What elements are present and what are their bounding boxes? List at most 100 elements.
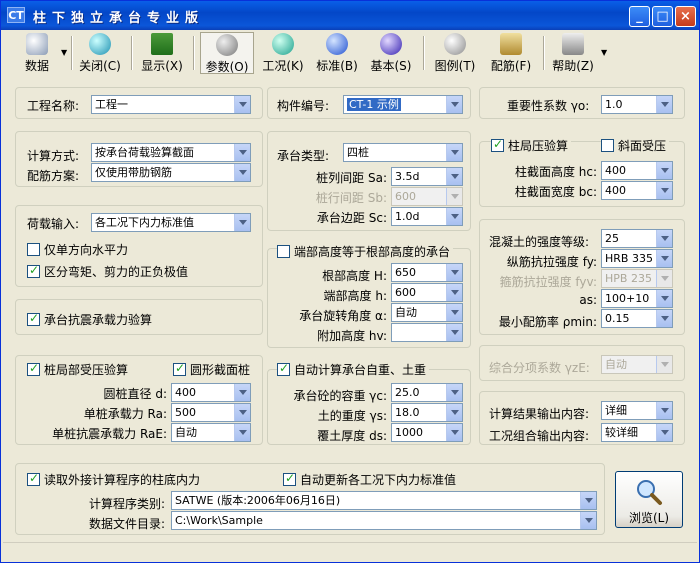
seismic-check[interactable]: 承台抗震承载力验算 <box>27 311 152 328</box>
browse-button[interactable]: 浏览(L) <box>615 471 683 528</box>
toolbar-basic-button[interactable]: 基本(S) <box>365 32 417 74</box>
chevron-down-icon <box>656 96 672 113</box>
chevron-down-icon <box>234 96 250 113</box>
chevron-down-icon <box>234 144 250 161</box>
project-name-select[interactable]: 工程一 <box>91 95 251 114</box>
pile-diameter-select[interactable]: 400 <box>171 383 251 402</box>
member-select[interactable]: CT-1 示例 <box>343 95 463 114</box>
distinguish-signs-check[interactable]: 区分弯矩、剪力的正负极值 <box>27 263 188 280</box>
toolbar-separator <box>71 36 73 70</box>
pile-seismic-capacity-label: 单桩抗震承载力 RaE: <box>52 427 167 441</box>
column-bc-select[interactable]: 400 <box>601 181 673 200</box>
pile-local-check[interactable]: 桩局部受压验算 <box>27 361 128 378</box>
maximize-button[interactable]: □ <box>652 6 673 27</box>
reinforce-scheme-select[interactable]: 仅使用带肋钢筋 <box>91 163 251 182</box>
cap-edge-select[interactable]: 1.0d <box>391 207 463 226</box>
self-weight-check[interactable]: 自动计算承台自重、土重 <box>277 361 430 378</box>
minimize-button[interactable]: _ <box>629 6 650 27</box>
program-type-select[interactable]: SATWE (版本:2006年06月16日) <box>171 491 597 510</box>
chevron-down-icon <box>656 290 672 307</box>
chevron-down-icon <box>446 384 462 401</box>
slope-compression-check[interactable]: 斜面受压 <box>601 137 670 154</box>
as-select[interactable]: 100+10 <box>601 289 673 308</box>
checkbox-checked <box>27 471 40 486</box>
read-external-check[interactable]: 读取外接计算程序的柱底内力 <box>27 471 200 488</box>
chevron-down-icon <box>656 402 672 419</box>
toolbar-separator <box>131 36 133 70</box>
chevron-down-icon <box>446 264 462 281</box>
cover-thickness-select[interactable]: 1000 <box>391 423 463 442</box>
chevron-down-icon <box>446 324 462 341</box>
chevron-down-icon <box>656 182 672 199</box>
standard-icon <box>326 33 348 55</box>
pile-line-spacing-label: 桩行间距 Sb: <box>315 191 387 205</box>
fy-select[interactable]: HRB 335 <box>601 249 673 268</box>
pile-capacity-select[interactable]: 500 <box>171 403 251 422</box>
load-input-select[interactable]: 各工况下内力标准值 <box>91 213 251 232</box>
combo-factor-label: 综合分项系数 γzE: <box>489 361 590 375</box>
chevron-down-icon <box>234 424 250 441</box>
reinforcement-icon <box>500 33 522 55</box>
column-hc-label: 柱截面高度 hc: <box>514 165 597 179</box>
chevron-down-icon <box>446 144 462 161</box>
toolbar-close-button[interactable]: 关闭(C) <box>75 32 125 74</box>
dropdown-arrow-icon[interactable]: ▼ <box>601 48 607 57</box>
fy-label: 纵筋抗拉强度 fy: <box>506 255 597 269</box>
checkbox-checked <box>491 137 504 152</box>
toolbar-data-button[interactable]: 数据 <box>15 32 59 74</box>
concrete-grade-select[interactable]: 25 <box>601 229 673 248</box>
toolbar-separator <box>543 36 545 70</box>
additional-height-select[interactable] <box>391 323 463 342</box>
result-output-select[interactable]: 详细 <box>601 401 673 420</box>
checkbox-checked <box>283 471 296 486</box>
load-case-icon <box>272 33 294 55</box>
root-height-select[interactable]: 650 <box>391 263 463 282</box>
chevron-down-icon <box>234 214 250 231</box>
cap-type-select[interactable]: 四桩 <box>343 143 463 162</box>
toolbar-parameters-button[interactable]: 参数(O) <box>200 32 254 74</box>
close-window-button[interactable]: × <box>675 6 696 27</box>
data-dir-select[interactable]: C:\Work\Sample <box>171 511 597 530</box>
load-input-label: 荷载输入: <box>27 217 80 231</box>
chevron-down-icon <box>446 304 462 321</box>
pmin-select[interactable]: 0.15 <box>601 309 673 328</box>
toolbar-standard-button[interactable]: 标准(B) <box>312 32 362 74</box>
case-output-select[interactable]: 较详细 <box>601 423 673 442</box>
rotation-angle-select[interactable]: 自动 <box>391 303 463 322</box>
member-label: 构件编号: <box>277 99 330 113</box>
importance-select[interactable]: 1.0 <box>601 95 673 114</box>
fyv-label: 箍筋抗拉强度 fyv: <box>499 275 597 289</box>
toolbar-display-button[interactable]: 显示(X) <box>137 32 187 74</box>
cap-type-label: 承台类型: <box>277 149 330 163</box>
toolbar-help-button[interactable]: 帮助(Z) <box>549 32 597 74</box>
concrete-grade-label: 混凝土的强度等级: <box>489 235 590 249</box>
auto-update-check[interactable]: 自动更新各工况下内力标准值 <box>283 471 456 488</box>
cap-edge-label: 承台边距 Sc: <box>316 211 387 225</box>
unidirectional-check[interactable]: 仅单方向水平力 <box>27 241 128 258</box>
toolbar-legend-button[interactable]: 图例(T) <box>429 32 481 74</box>
checkbox-unchecked <box>27 243 40 256</box>
pile-seismic-capacity-select[interactable]: 自动 <box>171 423 251 442</box>
cap-unit-weight-select[interactable]: 25.0 <box>391 383 463 402</box>
chevron-down-icon <box>446 168 462 185</box>
chevron-down-icon <box>446 404 462 421</box>
chevron-down-icon <box>656 424 672 441</box>
dropdown-arrow-icon[interactable]: ▼ <box>61 48 67 57</box>
toolbar-separator <box>423 36 425 70</box>
root-height-label: 根部高度 H: <box>322 269 387 283</box>
pile-row-spacing-select[interactable]: 3.5d <box>391 167 463 186</box>
importance-label: 重要性系数 γo: <box>507 99 590 113</box>
column-local-check[interactable]: 柱局压验算 <box>491 137 572 154</box>
end-height-select[interactable]: 600 <box>391 283 463 302</box>
calc-method-select[interactable]: 按承台荷载验算截面 <box>91 143 251 162</box>
end-height-check[interactable]: 端部高度等于根部高度的承台 <box>277 243 454 260</box>
chevron-down-icon <box>234 164 250 181</box>
soil-unit-weight-select[interactable]: 18.0 <box>391 403 463 422</box>
toolbar-separator <box>193 36 195 70</box>
toolbar-reinforcement-button[interactable]: 配筋(F) <box>485 32 537 74</box>
column-hc-select[interactable]: 400 <box>601 161 673 180</box>
checkbox-checked <box>27 361 40 376</box>
help-icon <box>562 33 584 55</box>
toolbar-load-case-button[interactable]: 工况(K) <box>258 32 308 74</box>
round-section-check[interactable]: 圆形截面桩 <box>173 361 250 378</box>
